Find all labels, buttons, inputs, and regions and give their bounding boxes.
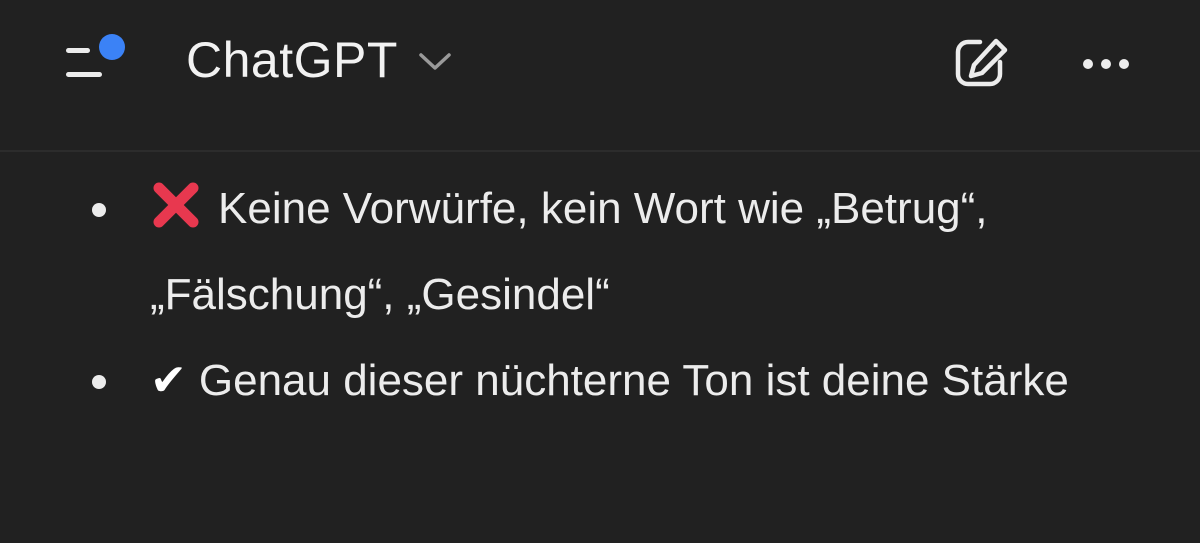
sidebar-menu-icon: [66, 34, 125, 77]
bullet-list: Keine Vorwürfe, kein Wort wie „Betrug“, …: [0, 166, 1200, 424]
bullet-dot: [92, 203, 106, 217]
new-chat-button[interactable]: [950, 36, 1012, 90]
bullet-text: Keine Vorwürfe, kein Wort wie „Betrug“, …: [150, 184, 988, 319]
check-mark-emoji-icon: ✔: [150, 355, 187, 406]
chevron-down-icon: [418, 51, 452, 76]
more-horizontal-icon: [1083, 59, 1129, 69]
more-options-button[interactable]: [1076, 44, 1140, 84]
model-selector[interactable]: ChatGPT: [186, 28, 452, 92]
cross-mark-emoji-icon: [150, 174, 202, 228]
bullet-dot: [92, 375, 106, 389]
notification-dot: [99, 34, 125, 60]
app-title: ChatGPT: [186, 32, 398, 88]
list-item: ✔ Genau dieser nüchterne Ton ist deine St…: [0, 338, 1200, 424]
list-item: Keine Vorwürfe, kein Wort wie „Betrug“, …: [0, 166, 1200, 338]
bullet-text: Genau dieser nüchterne Ton ist deine Stä…: [198, 356, 1069, 405]
chat-message-content: Keine Vorwürfe, kein Wort wie „Betrug“, …: [0, 166, 1200, 424]
new-chat-edit-icon: [955, 38, 1008, 87]
sidebar-menu-button[interactable]: [60, 30, 132, 94]
top-bar: ChatGPT: [0, 0, 1200, 152]
